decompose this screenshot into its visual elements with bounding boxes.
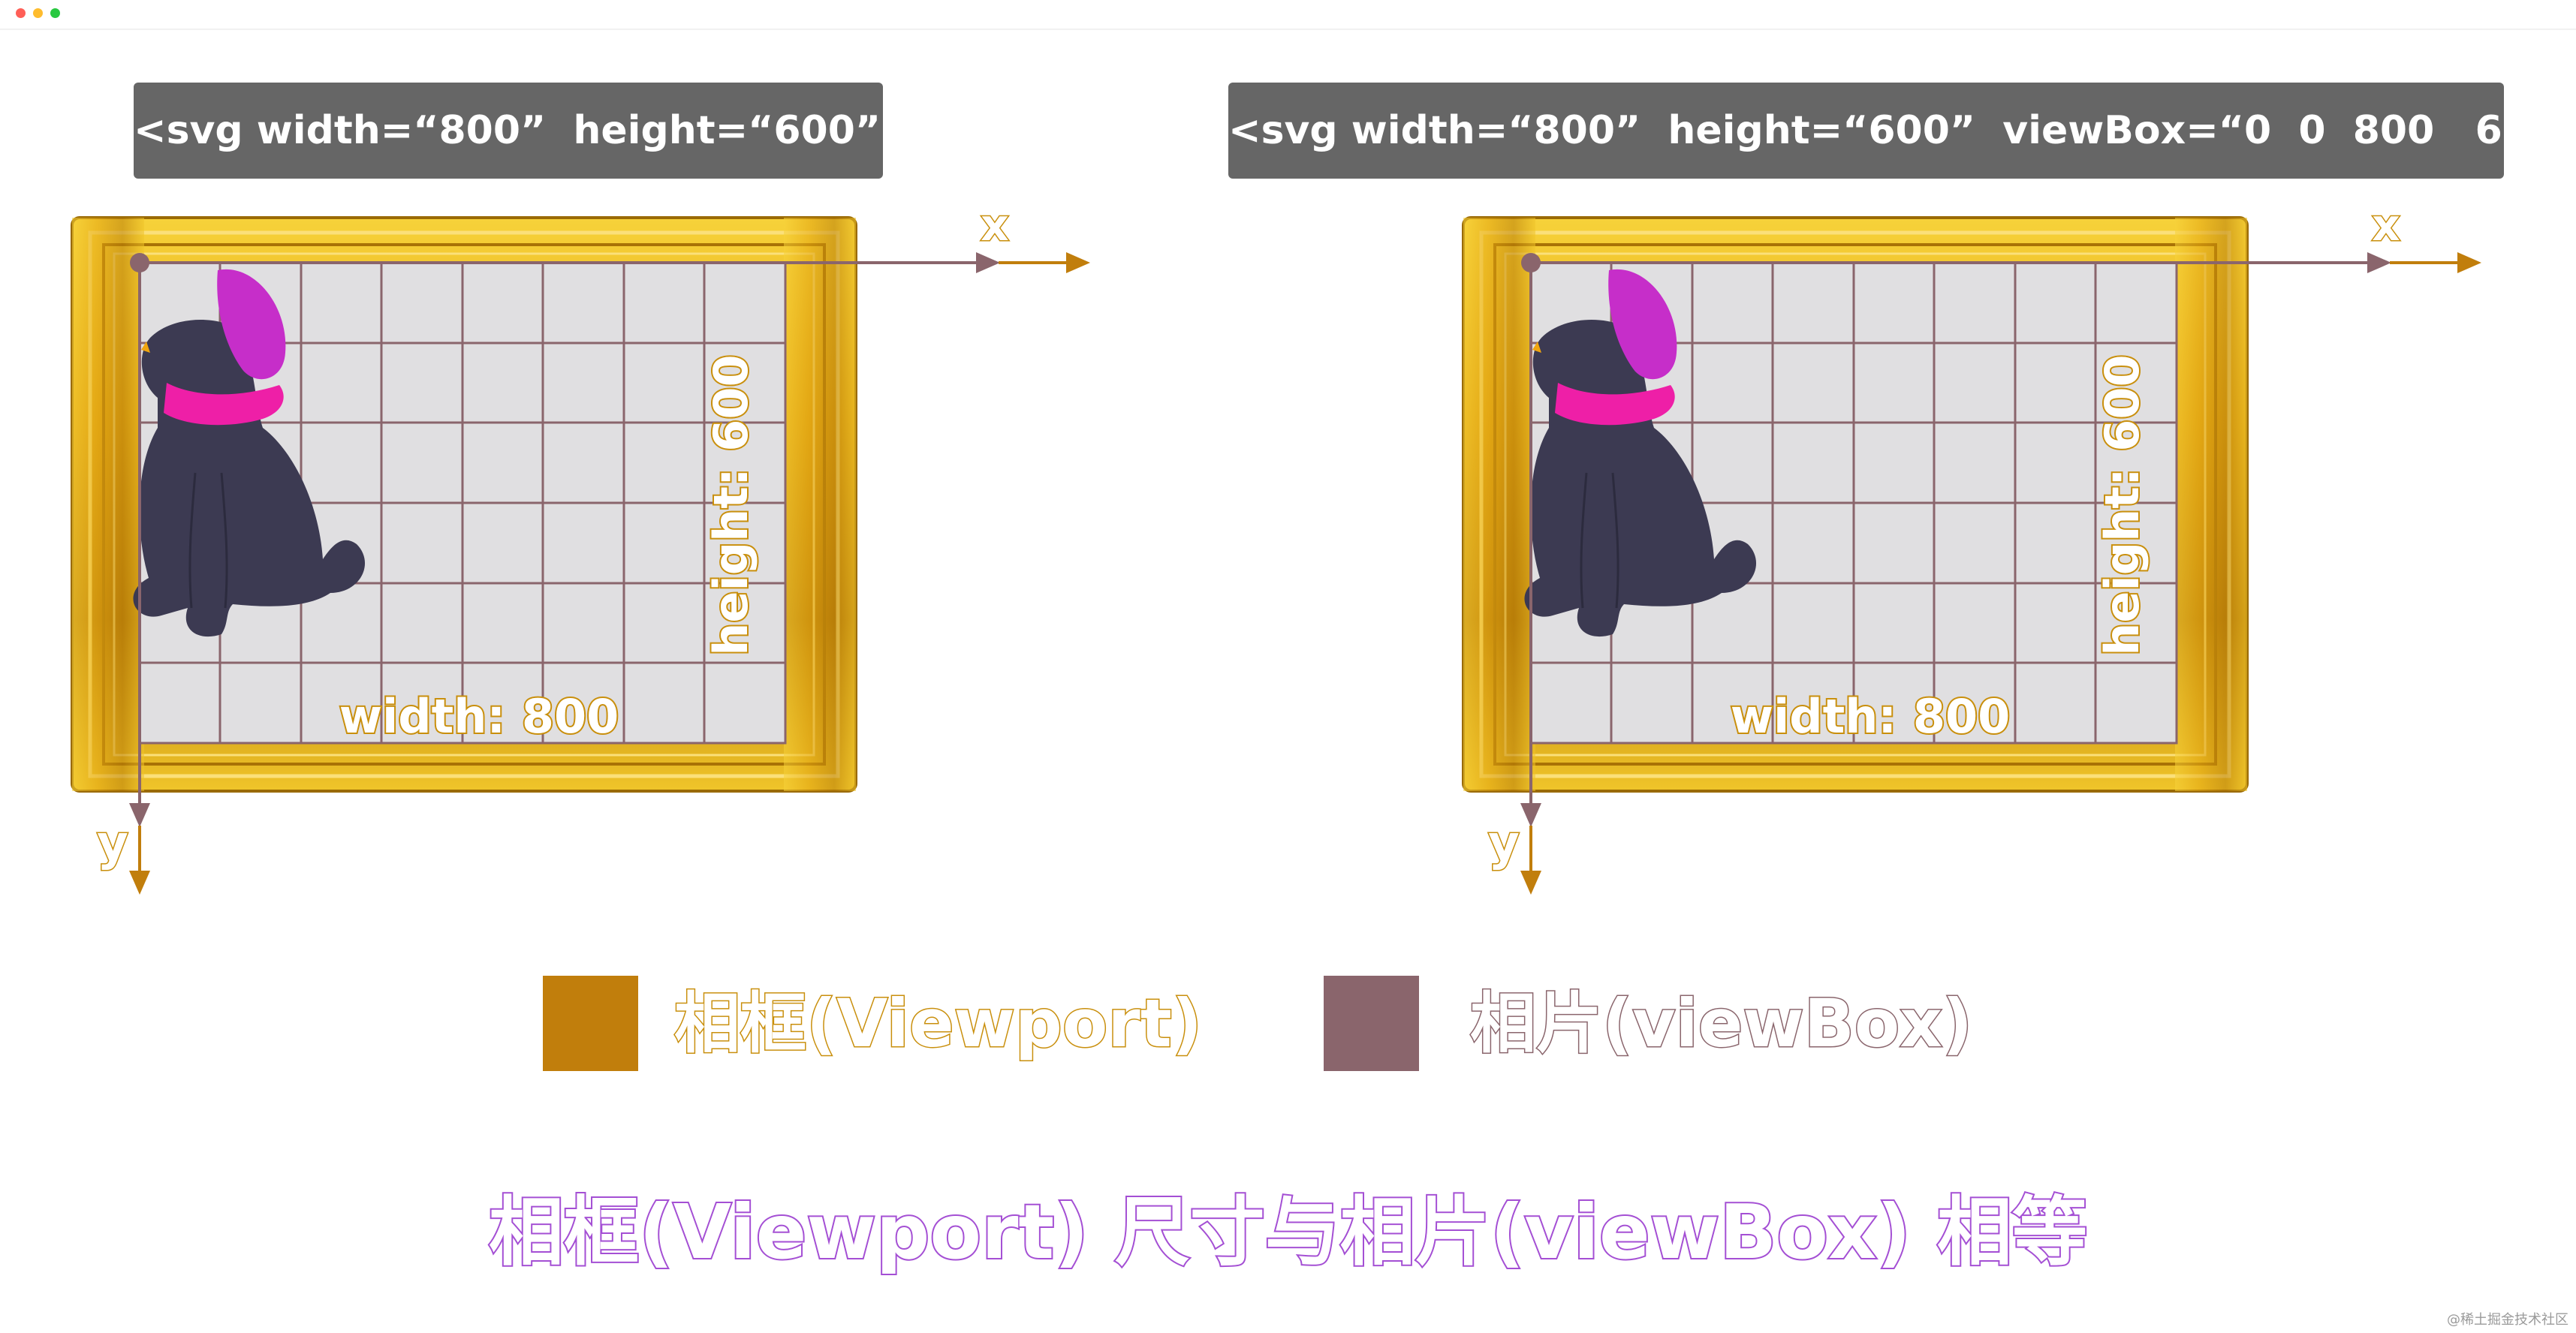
panel-1-diagram: x y width: 800 height: 600 xyxy=(71,199,1090,895)
panel-2-diagram: x y width: 800 height: 600 xyxy=(1462,199,2481,895)
legend-label-viewbox: 相片(viewBox) xyxy=(1469,984,1973,1064)
maximize-window-button[interactable] xyxy=(50,8,60,18)
minimize-window-button[interactable] xyxy=(33,8,43,18)
panel-1-code-label: <svg width=“800” height=“600”> xyxy=(134,83,914,179)
headline: 相框(Viewport) 尺寸与相片(viewBox) 相等 xyxy=(487,1187,2089,1277)
close-window-button[interactable] xyxy=(16,8,26,18)
legend-label-viewport: 相框(Viewport) xyxy=(673,984,1203,1064)
y-axis-label: y xyxy=(97,816,128,871)
legend-swatch-viewport xyxy=(543,976,638,1071)
x-axis-label: x xyxy=(2372,200,2400,251)
watermark: @稀土掘金技术社区 xyxy=(2447,1312,2568,1328)
y-axis-label: y xyxy=(1488,816,1520,871)
window-titlebar xyxy=(0,0,2576,30)
x-axis-label: x xyxy=(981,200,1008,251)
width-label: width: 800 xyxy=(339,689,619,744)
height-label: height: 600 xyxy=(2095,354,2150,655)
width-label: width: 800 xyxy=(1731,689,2010,744)
height-label: height: 600 xyxy=(704,354,758,655)
panel-2-code-label: <svg width=“800” height=“600” viewBox=“0… xyxy=(1228,83,2576,179)
legend-swatch-viewbox xyxy=(1324,976,1419,1071)
